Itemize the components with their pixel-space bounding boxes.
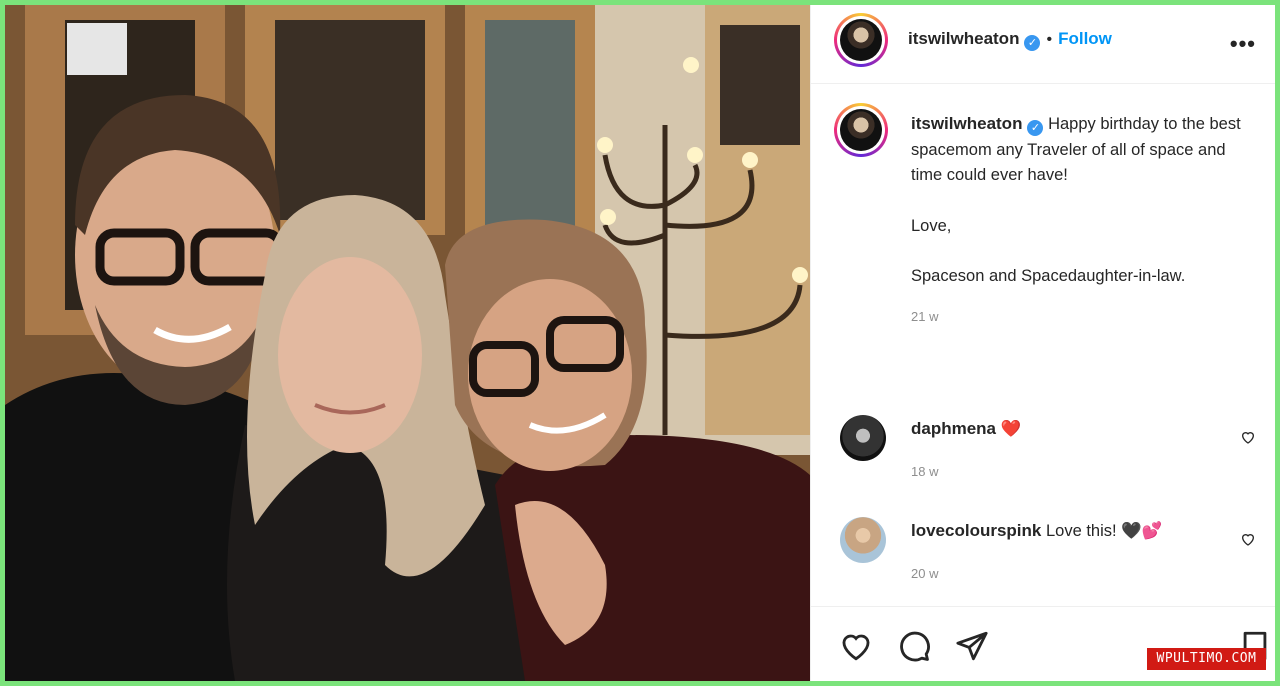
caption-username[interactable]: itswilwheaton	[911, 114, 1022, 133]
heart-icon[interactable]	[839, 629, 873, 663]
avatar-inner	[837, 16, 885, 64]
comment-username[interactable]: lovecolourspink	[911, 521, 1041, 540]
verified-badge-icon: ✓	[1027, 120, 1044, 136]
comment-username[interactable]: daphmena	[911, 419, 996, 438]
comment-timestamp[interactable]: 18 w	[911, 464, 938, 479]
comment-avatar[interactable]	[840, 415, 886, 461]
author-avatar[interactable]	[834, 13, 888, 67]
photo-illustration	[5, 5, 810, 681]
comment-avatar[interactable]	[840, 517, 886, 563]
caption-paragraph-2: Love,	[911, 216, 952, 235]
share-icon[interactable]	[955, 629, 989, 663]
caption-timestamp[interactable]: 21 w	[911, 304, 1241, 330]
site-watermark: WPULTIMO.COM	[1147, 648, 1266, 670]
comment-like-heart-icon[interactable]	[1240, 429, 1256, 445]
caption: itswilwheaton ✓ Happy birthday to the bes…	[911, 111, 1241, 329]
screenshot-frame: itswilwheaton ✓ • Follow ••• itswilwheaton ✓…	[5, 5, 1275, 681]
comment-2: lovecolourspink Love this! 🖤💕	[911, 521, 1162, 541]
post-side-panel: itswilwheaton ✓ • Follow ••• itswilwheaton ✓…	[810, 5, 1275, 681]
comment-text: Love this!	[1045, 522, 1117, 540]
author-username[interactable]: itswilwheaton	[908, 29, 1019, 48]
comment-like-heart-icon[interactable]	[1240, 531, 1256, 547]
post-header: itswilwheaton ✓ • Follow •••	[811, 5, 1275, 84]
comment-1: daphmena ❤️	[911, 419, 1021, 439]
avatar-image	[840, 19, 882, 61]
follow-button[interactable]: Follow	[1058, 29, 1112, 48]
avatar-inner	[837, 106, 885, 154]
more-options-icon[interactable]: •••	[1230, 31, 1256, 57]
caption-paragraph-3: Spaceson and Spacedaughter-in-law.	[911, 267, 1186, 285]
comment-icon[interactable]	[897, 629, 931, 663]
caption-paragraph-1: itswilwheaton ✓ Happy birthday to the bes…	[911, 111, 1241, 189]
comment-emoji: 🖤💕	[1121, 522, 1163, 540]
post-photo[interactable]	[5, 5, 810, 681]
separator-dot: •	[1046, 31, 1053, 48]
verified-badge-icon: ✓	[1024, 35, 1041, 51]
comment-timestamp[interactable]: 20 w	[911, 566, 938, 581]
comment-emoji: ❤️	[1000, 420, 1022, 438]
caption-author-avatar[interactable]	[834, 103, 888, 157]
header-user-line: itswilwheaton ✓ • Follow	[908, 29, 1112, 51]
avatar-image	[840, 109, 882, 151]
